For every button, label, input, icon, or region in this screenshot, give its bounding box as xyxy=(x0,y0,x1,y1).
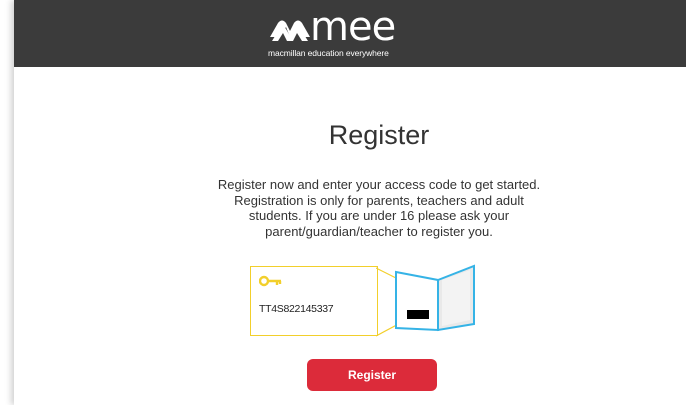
logo-wordmark: mee xyxy=(310,4,396,50)
page-frame: mee macmillan education everywhere Regis… xyxy=(14,0,686,405)
page-title: Register xyxy=(328,120,430,150)
mee-logo[interactable]: mee macmillan education everywhere xyxy=(268,4,448,60)
top-header-bar: mee macmillan education everywhere xyxy=(14,0,686,67)
access-code-card: TT4S822145337 xyxy=(250,266,378,336)
intro-text: Register now and enter your access code … xyxy=(217,177,541,239)
sample-access-code: TT4S822145337 xyxy=(259,303,334,315)
register-button[interactable]: Register xyxy=(307,359,437,391)
access-code-illustration: TT4S822145337 xyxy=(250,262,480,338)
logo-tagline: macmillan education everywhere xyxy=(268,48,389,58)
